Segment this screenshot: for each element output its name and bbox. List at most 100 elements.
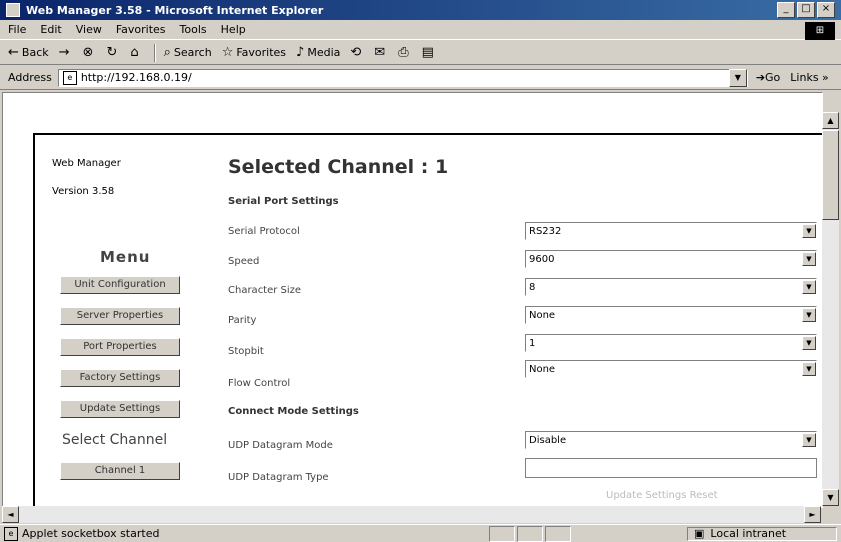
address-input[interactable]: e http://192.168.0.19/ ▼ [57,68,748,87]
refresh-icon: ↻ [106,45,118,60]
speed-label: Speed [228,256,260,267]
scroll-right-button[interactable]: ► [804,506,821,523]
server-properties-button[interactable]: Server Properties [60,307,180,325]
chevron-down-icon: ▼ [802,280,816,294]
channel-1-button[interactable]: Channel 1 [60,462,180,480]
udp-type-input[interactable] [525,458,817,478]
parity-label: Parity [228,315,257,326]
horizontal-scrollbar[interactable]: ◄ ► [2,506,821,523]
toolbar: ← Back → ⊗ ↻ ⌂ ⌕ Search ☆ Favorites ♪ Me… [0,41,841,65]
windows-logo-icon: ⊞ [805,22,835,40]
vertical-scrollbar[interactable]: ▲ ▼ [822,112,839,506]
home-button[interactable]: ⌂ [130,45,141,60]
mail-button[interactable]: ✉ [374,45,388,60]
links-button[interactable]: Links » [790,71,828,84]
chevron-down-icon: ▼ [802,433,816,447]
intranet-zone-icon: ▣ [694,527,705,540]
zone-label: Local intranet [710,527,787,540]
udp-mode-select[interactable]: Disable ▼ [525,431,817,449]
character-size-select[interactable]: 8 ▼ [525,278,817,296]
stop-button[interactable]: ⊗ [83,45,97,60]
udp-mode-value: Disable [529,434,567,446]
search-button[interactable]: ⌕ Search [164,45,212,60]
status-pane [545,525,572,542]
menu-file[interactable]: File [8,23,26,36]
speed-select[interactable]: 9600 ▼ [525,250,817,268]
status-text: Applet socketbox started [22,527,160,540]
toolbar-separator [153,43,156,62]
menu-help[interactable]: Help [221,23,246,36]
chevron-down-icon: ▼ [802,336,816,350]
flow-control-value: None [529,363,556,375]
port-properties-button[interactable]: Port Properties [60,338,180,356]
stop-icon: ⊗ [82,45,94,60]
update-settings-button[interactable]: Update Settings [60,400,180,418]
mail-icon: ✉ [374,45,386,60]
chevron-down-icon: ▼ [802,224,816,238]
product-name: Web Manager [52,158,121,169]
search-label: Search [173,46,212,59]
media-button[interactable]: ♪ Media [296,45,340,60]
serial-protocol-label: Serial Protocol [228,226,300,237]
flow-control-select[interactable]: None ▼ [525,360,817,378]
menu-tools[interactable]: Tools [180,23,207,36]
character-size-label: Character Size [228,285,302,296]
scrollbar-thumb[interactable] [822,130,839,220]
menu-bar: File Edit View Favorites Tools Help [0,20,841,40]
media-icon: ♪ [296,45,305,60]
security-zone: ▣ Local intranet [687,526,837,541]
menu-favorites[interactable]: Favorites [116,23,166,36]
edit-button[interactable]: ▤ [422,45,437,60]
address-label: Address [8,71,52,84]
window-title: Web Manager 3.58 - Microsoft Internet Ex… [26,3,324,17]
menu-view[interactable]: View [76,23,102,36]
unit-configuration-button[interactable]: Unit Configuration [60,276,180,294]
page-title: Selected Channel : 1 [228,156,449,178]
scroll-left-button[interactable]: ◄ [2,506,19,523]
back-button[interactable]: ← Back [8,45,49,60]
media-label: Media [307,46,341,59]
status-bar: e Applet socketbox started ▣ Local intra… [0,524,841,542]
back-label: Back [21,46,49,59]
scroll-down-button[interactable]: ▼ [822,489,839,506]
close-button[interactable]: × [817,2,835,18]
menu-heading: Menu [100,248,151,266]
forward-button[interactable]: → [59,45,73,60]
go-label: Go [765,71,781,84]
history-button[interactable]: ⟲ [350,45,364,60]
faded-footer-text: Update Settings Reset [606,490,718,501]
search-icon: ⌕ [163,45,171,60]
address-bar: Address e http://192.168.0.19/ ▼ ➔ Go Li… [0,66,841,90]
stopbit-select[interactable]: 1 ▼ [525,334,817,352]
chevron-down-icon: ▼ [802,252,816,266]
flow-control-label: Flow Control [228,378,291,389]
serial-protocol-select[interactable]: RS232 ▼ [525,222,817,240]
printer-icon: ⎙ [398,45,409,60]
back-arrow-icon: ← [8,45,19,60]
udp-mode-label: UDP Datagram Mode [228,440,333,451]
scroll-up-button[interactable]: ▲ [822,112,839,129]
stopbit-label: Stopbit [228,346,264,357]
print-button[interactable]: ⎙ [398,45,411,60]
title-bar: Web Manager 3.58 - Microsoft Internet Ex… [0,0,841,20]
minimize-button[interactable]: _ [777,2,795,18]
status-pane [489,525,516,542]
history-icon: ⟲ [350,45,362,60]
parity-value: None [529,309,556,321]
parity-select[interactable]: None ▼ [525,306,817,324]
chevron-down-icon: ▼ [802,362,816,376]
menu-edit[interactable]: Edit [40,23,61,36]
favorites-button[interactable]: ☆ Favorites [222,45,286,60]
udp-type-label: UDP Datagram Type [228,472,329,483]
go-arrow-icon: ➔ [755,71,766,84]
maximize-button[interactable]: □ [797,2,815,18]
chevron-down-icon[interactable]: ▼ [728,68,747,87]
edit-page-icon: ▤ [421,45,434,60]
version-text: Version 3.58 [52,186,115,197]
factory-settings-button[interactable]: Factory Settings [60,369,180,387]
page-status-icon: e [4,526,18,541]
refresh-button[interactable]: ↻ [106,45,120,60]
page-icon: e [62,70,77,85]
go-button[interactable]: ➔ Go [756,71,780,84]
connect-section-heading: Connect Mode Settings [228,406,359,417]
